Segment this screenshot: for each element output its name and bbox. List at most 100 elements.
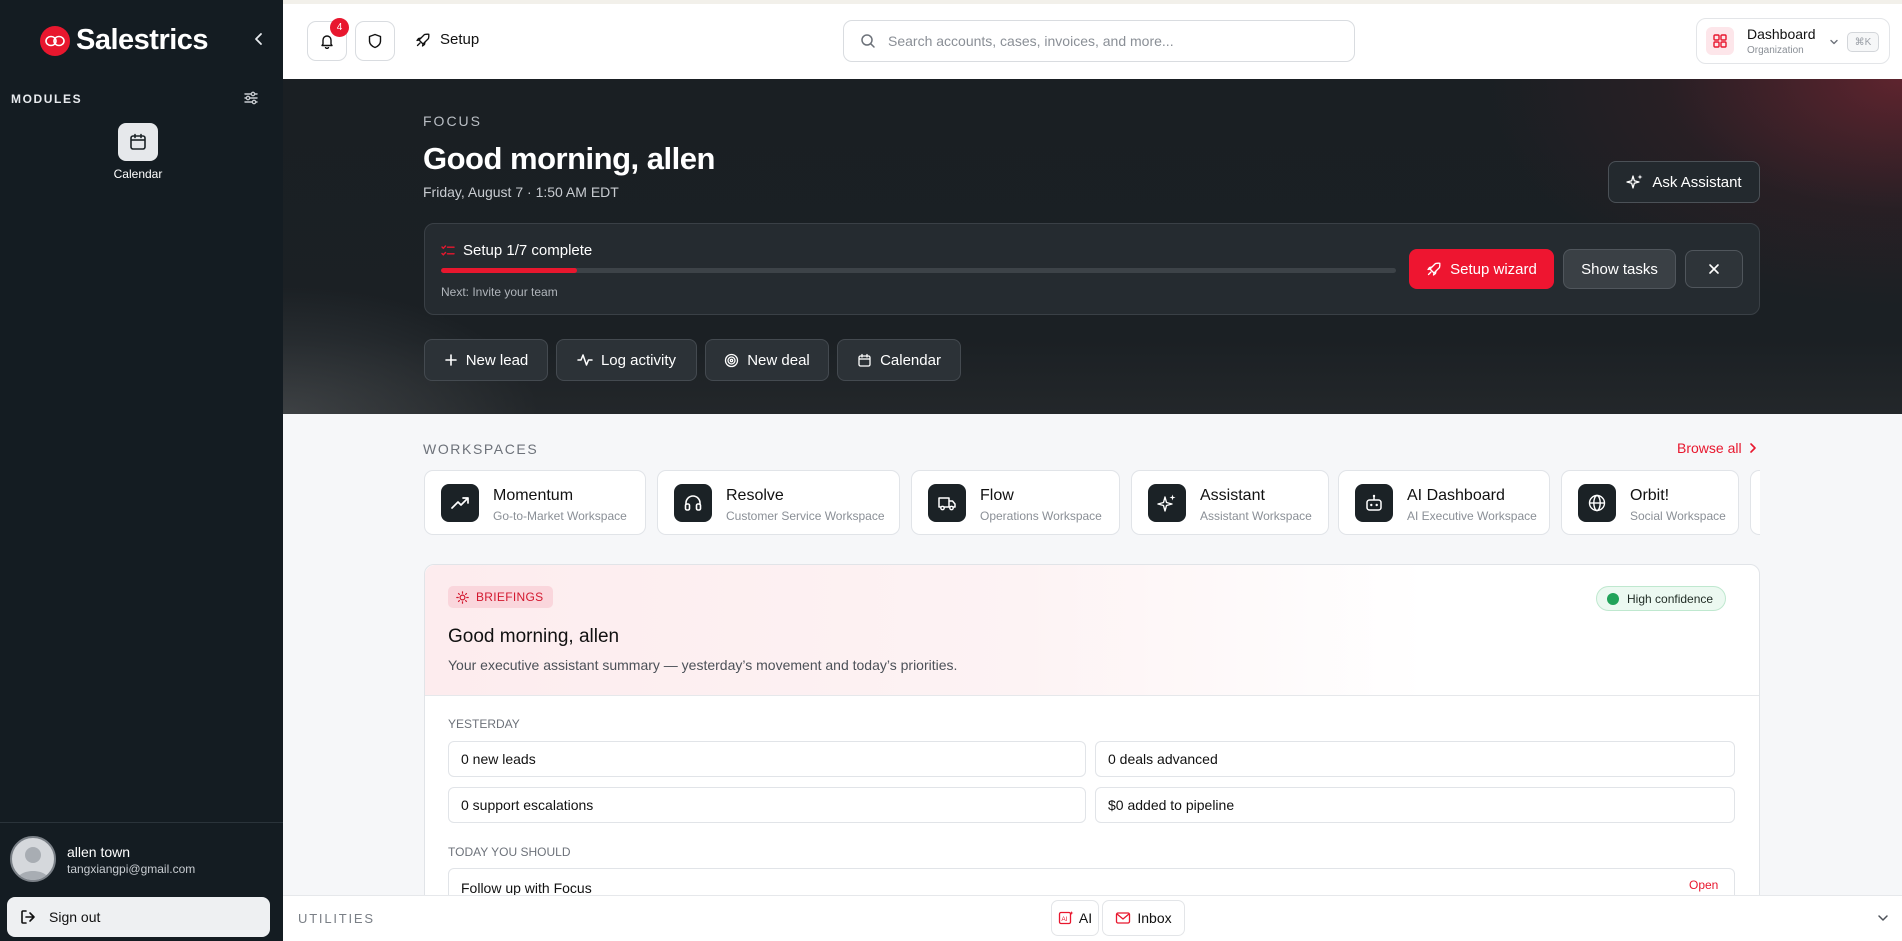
setup-link[interactable]: Setup	[415, 31, 479, 48]
sparkles-icon	[1626, 174, 1643, 189]
globe-icon	[1578, 484, 1616, 522]
new-lead-label: New lead	[465, 351, 529, 369]
page-title: Good morning, allen	[423, 141, 715, 176]
workspace-name: Momentum	[493, 487, 574, 504]
setup-wizard-button[interactable]: Setup wizard	[1409, 249, 1554, 289]
ask-assistant-button[interactable]: Ask Assistant	[1608, 161, 1760, 203]
workspace-card-ai-dashboard[interactable]: AI Dashboard AI Executive Workspace	[1338, 470, 1550, 535]
workspace-card-resolve[interactable]: Resolve Customer Service Workspace	[657, 470, 900, 535]
svg-text:AI: AI	[1061, 916, 1067, 923]
setup-wizard-label: Setup wizard	[1450, 260, 1537, 278]
brand-name: Salestrics	[76, 24, 209, 56]
brand-logo-icon	[40, 25, 70, 56]
confidence-badge: High confidence	[1596, 586, 1727, 611]
sliders-icon	[244, 91, 258, 105]
briefings-subtitle: Your executive assistant summary — yeste…	[448, 657, 958, 673]
workspace-subtitle: Customer Service Workspace	[726, 509, 885, 523]
workspace-subtitle: Operations Workspace	[980, 509, 1102, 523]
workspace-card-flow[interactable]: Flow Operations Workspace	[911, 470, 1120, 535]
setup-progress-bar	[441, 268, 1396, 273]
briefings-badge: BRIEFINGS	[448, 586, 554, 608]
sun-icon	[456, 590, 469, 604]
target-icon	[725, 353, 739, 367]
search-input[interactable]	[888, 33, 1328, 49]
chevron-down-icon	[1830, 39, 1838, 45]
bell-icon	[321, 35, 333, 49]
log-activity-label: Log activity	[600, 351, 677, 369]
checklist-icon	[441, 244, 455, 256]
stat-deals-advanced: 0 deals advanced	[1095, 741, 1735, 777]
mail-icon	[1116, 912, 1131, 924]
modules-settings-button[interactable]	[243, 90, 259, 106]
security-button[interactable]	[355, 21, 395, 61]
briefings-header	[425, 565, 1759, 696]
brand[interactable]: Salestrics	[40, 24, 209, 57]
briefings-title: Good morning, allen	[448, 626, 620, 647]
ask-assistant-label: Ask Assistant	[1652, 173, 1742, 191]
headphones-icon	[674, 484, 712, 522]
grid-icon	[1706, 27, 1734, 55]
task-open-link[interactable]: Open	[1689, 878, 1718, 892]
user-name: allen town	[67, 844, 131, 860]
module-calendar[interactable]: Calendar	[108, 123, 168, 181]
current-date: Friday, August 7 · 1:50 AM EDT	[423, 184, 619, 200]
modules-label: MODULES	[11, 92, 83, 106]
dismiss-setup-button[interactable]	[1685, 250, 1743, 288]
new-lead-button[interactable]: New lead	[424, 339, 548, 381]
sidebar-collapse-button[interactable]	[250, 30, 268, 48]
search-icon	[861, 34, 875, 48]
sparkles-icon	[1148, 484, 1186, 522]
workspace-name: Assistant	[1200, 487, 1265, 504]
sign-out-label: Sign out	[49, 909, 101, 925]
user-avatar-icon	[17, 847, 49, 880]
ai-icon: AI	[1058, 911, 1074, 925]
show-tasks-button[interactable]: Show tasks	[1563, 249, 1676, 289]
browse-all-link[interactable]: Browse all	[1677, 440, 1758, 456]
user-email: tangxiangpi@gmail.com	[67, 862, 196, 876]
calendar-button[interactable]: Calendar	[837, 339, 961, 381]
workspaces-heading: WORKSPACES	[423, 441, 539, 457]
sidebar-divider	[0, 822, 283, 823]
new-deal-label: New deal	[747, 351, 810, 369]
setup-progress-label: Setup 1/7 complete	[463, 242, 593, 259]
calendar-button-label: Calendar	[880, 351, 941, 369]
stat-new-leads: 0 new leads	[448, 741, 1086, 777]
chevron-right-icon	[1749, 443, 1756, 453]
dashboard-switcher[interactable]: Dashboard Organization ⌘K	[1696, 18, 1890, 64]
dashboard-switcher-subtitle: Organization	[1747, 45, 1804, 56]
bot-icon	[1355, 484, 1393, 522]
log-activity-button[interactable]: Log activity	[556, 339, 697, 381]
global-search[interactable]	[843, 20, 1355, 62]
browse-all-label: Browse all	[1677, 440, 1742, 456]
task-text: Follow up with Focus	[461, 880, 592, 896]
truck-icon	[928, 484, 966, 522]
briefings-badge-label: BRIEFINGS	[476, 590, 544, 604]
trending-up-icon	[441, 484, 479, 522]
activity-icon	[577, 354, 593, 366]
avatar[interactable]	[10, 836, 56, 882]
inbox-utility-button[interactable]: Inbox	[1102, 900, 1185, 936]
setup-next-step: Next: Invite your team	[441, 285, 558, 299]
inbox-utility-label: Inbox	[1137, 910, 1172, 926]
workspace-name: AI Dashboard	[1407, 487, 1505, 504]
stat-pipeline-added: $0 added to pipeline	[1095, 787, 1735, 823]
shield-icon	[368, 33, 382, 49]
workspace-card-momentum[interactable]: Momentum Go-to-Market Workspace	[424, 470, 646, 535]
new-deal-button[interactable]: New deal	[705, 339, 829, 381]
workspace-subtitle: AI Executive Workspace	[1407, 509, 1537, 523]
ai-utility-label: AI	[1078, 910, 1093, 926]
calendar-icon	[858, 353, 871, 367]
workspace-card-assistant[interactable]: Assistant Assistant Workspace	[1131, 470, 1329, 535]
utilities-toggle-button[interactable]	[1875, 910, 1891, 926]
sign-out-button[interactable]: Sign out	[7, 897, 270, 937]
rocket-icon	[416, 33, 430, 47]
workspace-name: Resolve	[726, 487, 784, 504]
workspace-card-orbit[interactable]: Orbit! Social Workspace	[1561, 470, 1739, 535]
utilities-label: UTILITIES	[298, 911, 375, 926]
workspace-card-overflow[interactable]	[1750, 470, 1760, 535]
close-icon	[1709, 264, 1719, 274]
notification-count-badge: 4	[330, 18, 349, 37]
ai-utility-button[interactable]: AI AI	[1051, 900, 1099, 936]
setup-link-label: Setup	[440, 31, 480, 48]
stat-support-escalations: 0 support escalations	[448, 787, 1086, 823]
